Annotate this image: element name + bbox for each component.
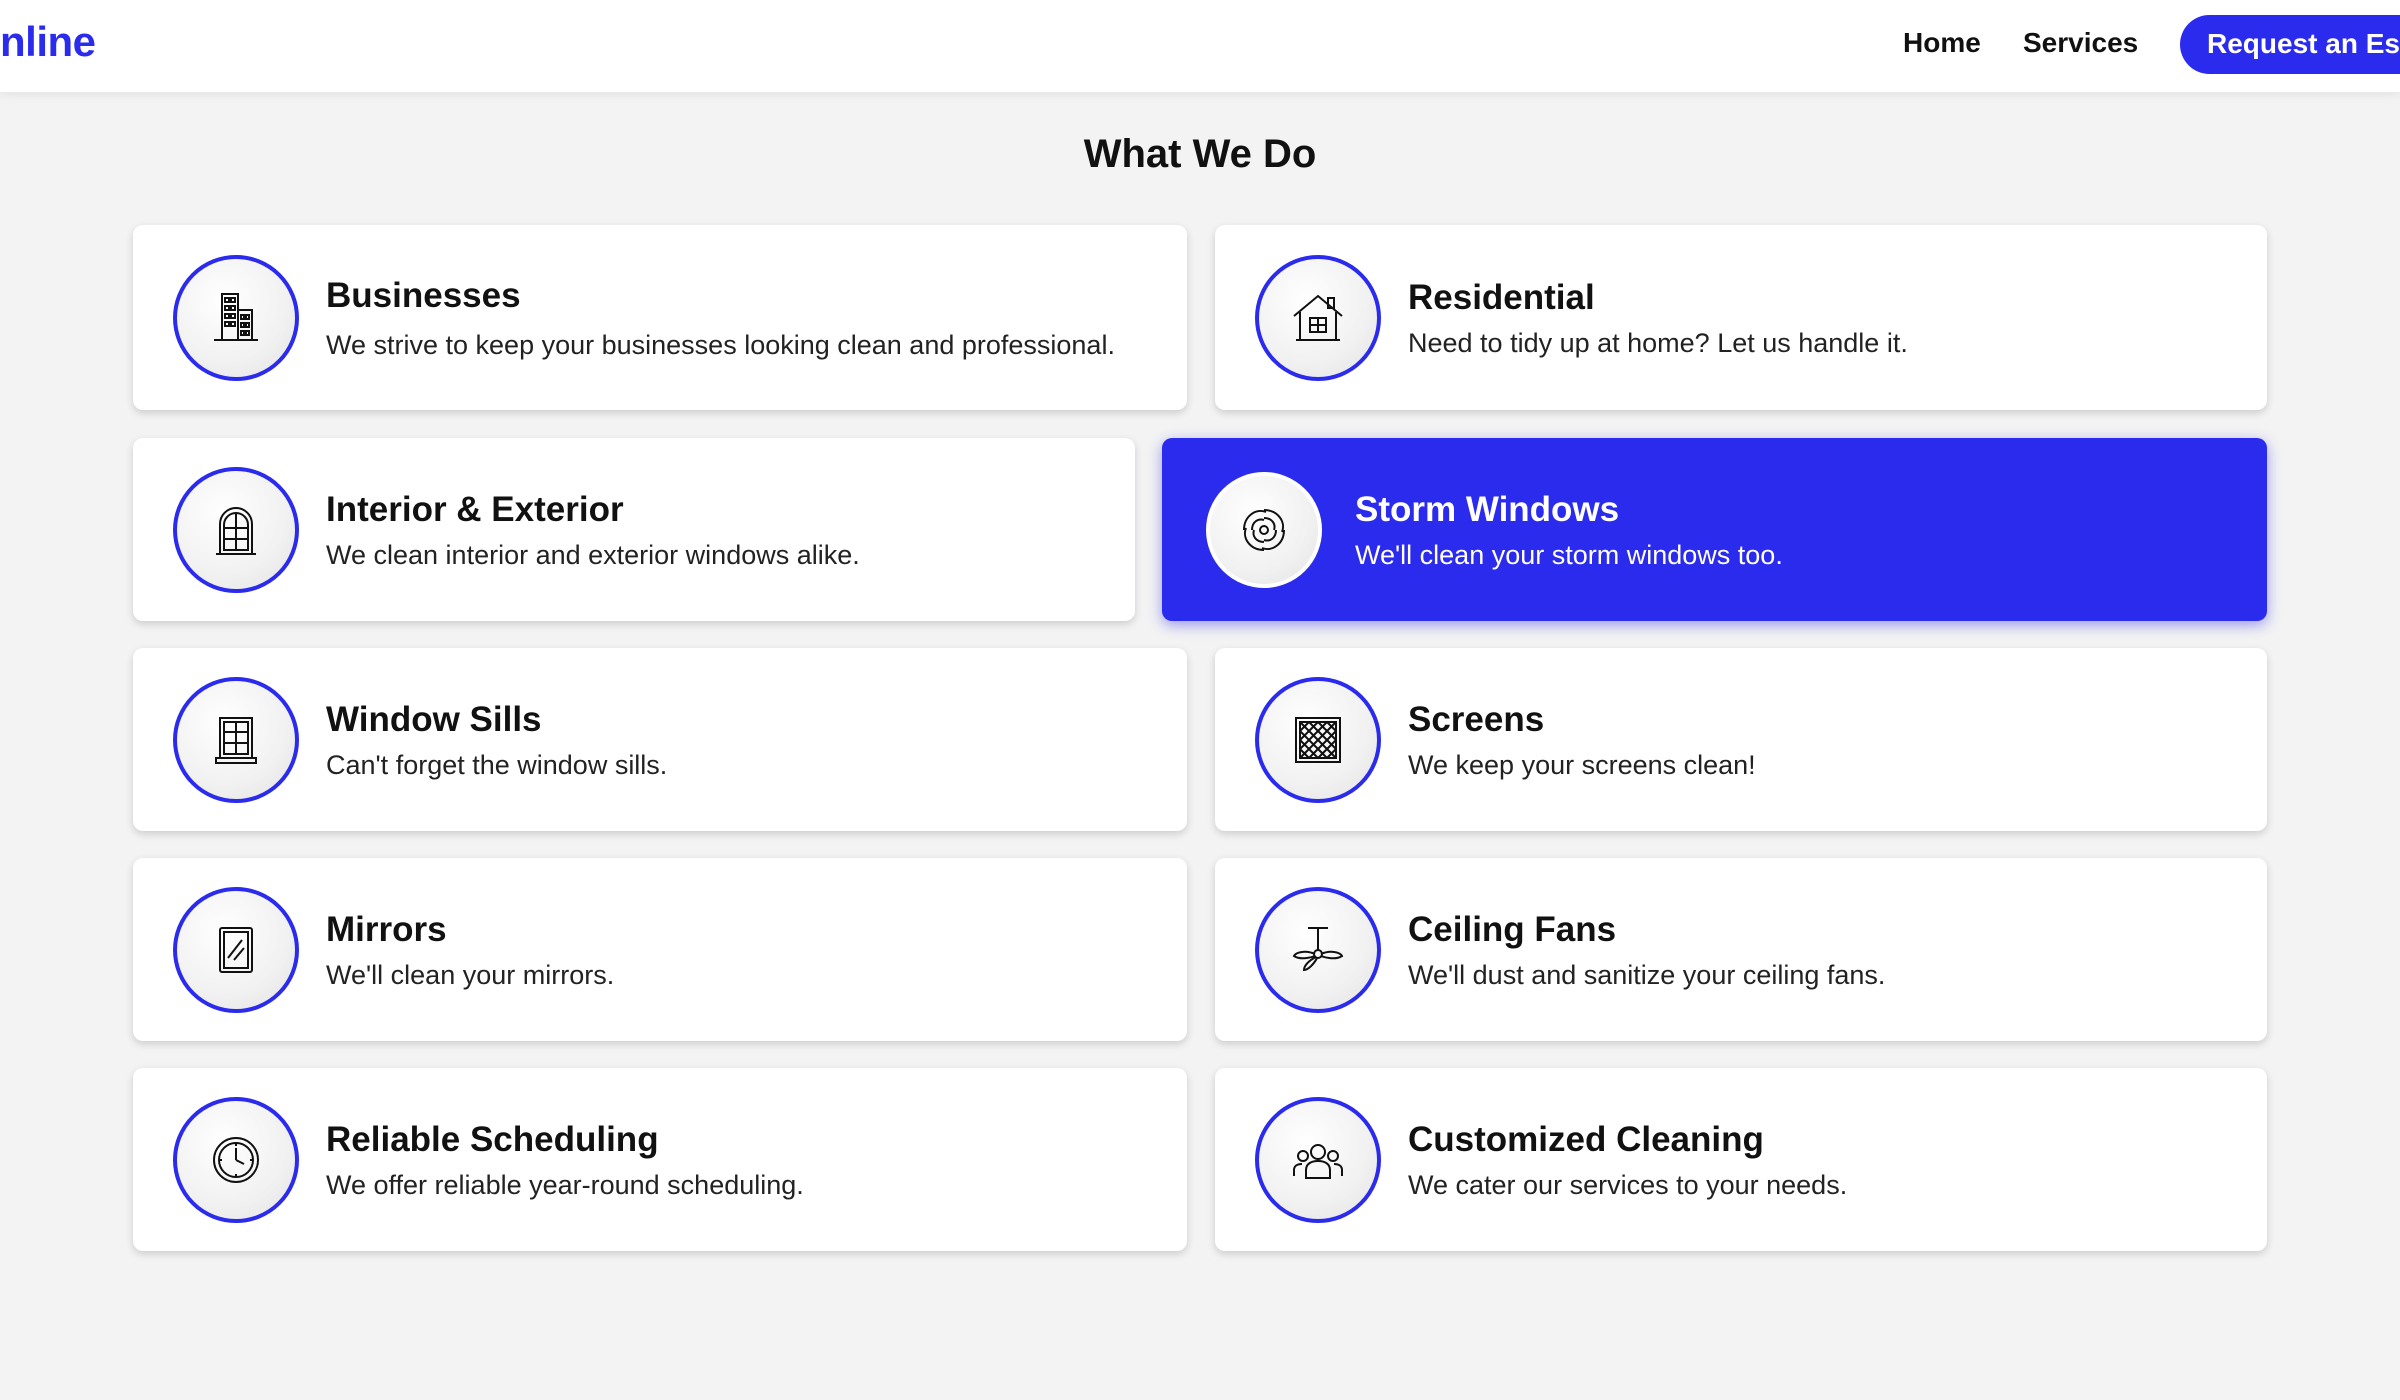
house-icon: [1255, 254, 1381, 381]
service-title: Interior & Exterior: [326, 489, 624, 529]
service-card-ceiling-fans[interactable]: Ceiling Fans We'll dust and sanitize you…: [1215, 858, 2267, 1041]
service-title: Reliable Scheduling: [326, 1119, 659, 1159]
people-group-icon: [1255, 1096, 1381, 1223]
building-icon: [173, 254, 299, 381]
service-title: Window Sills: [326, 699, 542, 739]
service-card-screens[interactable]: Screens We keep your screens clean!: [1215, 648, 2267, 831]
service-card-interior-exterior[interactable]: Interior & Exterior We clean interior an…: [133, 438, 1135, 621]
service-card-reliable-scheduling[interactable]: Reliable Scheduling We offer reliable ye…: [133, 1068, 1187, 1251]
ceiling-fan-icon: [1255, 886, 1381, 1013]
service-card-mirrors[interactable]: Mirrors We'll clean your mirrors.: [133, 858, 1187, 1041]
service-card-businesses[interactable]: Businesses We strive to keep your busine…: [133, 225, 1187, 410]
service-title: Residential: [1408, 277, 1595, 317]
storm-swirl-icon: [1206, 471, 1322, 588]
nav-home-link[interactable]: Home: [1903, 27, 1981, 59]
service-description: We clean interior and exterior windows a…: [326, 539, 860, 570]
service-description: We strive to keep your businesses lookin…: [326, 329, 1115, 360]
arched-window-icon: [173, 466, 299, 593]
service-description: Need to tidy up at home? Let us handle i…: [1408, 327, 1908, 358]
service-description: We keep your screens clean!: [1408, 749, 1756, 780]
nav-services-link[interactable]: Services: [2023, 27, 2138, 59]
service-card-window-sills[interactable]: Window Sills Can't forget the window sil…: [133, 648, 1187, 831]
service-title: Storm Windows: [1355, 489, 1620, 529]
service-description: We offer reliable year-round scheduling.: [326, 1169, 804, 1200]
mesh-screen-icon: [1255, 676, 1381, 803]
service-title: Ceiling Fans: [1408, 909, 1617, 949]
window-sill-icon: [173, 676, 299, 803]
service-description: We'll clean your storm windows too.: [1355, 539, 1783, 570]
request-estimate-button[interactable]: Request an Est: [2180, 15, 2400, 74]
service-description: We cater our services to your needs.: [1408, 1169, 1848, 1200]
service-description: We'll dust and sanitize your ceiling fan…: [1408, 959, 1886, 990]
brand-logo-text[interactable]: nline: [0, 18, 96, 66]
site-header: nline Home Services Request an Est: [0, 0, 2400, 92]
service-description: We'll clean your mirrors.: [326, 959, 615, 990]
service-card-storm-windows[interactable]: Storm Windows We'll clean your storm win…: [1162, 438, 2267, 621]
service-title: Mirrors: [326, 909, 447, 949]
service-title: Businesses: [326, 275, 521, 315]
service-card-customized-cleaning[interactable]: Customized Cleaning We cater our service…: [1215, 1068, 2267, 1251]
service-title: Customized Cleaning: [1408, 1119, 1764, 1159]
service-title: Screens: [1408, 699, 1545, 739]
service-description: Can't forget the window sills.: [326, 749, 668, 780]
section-title: What We Do: [1083, 132, 1317, 176]
mirror-icon: [173, 886, 299, 1013]
service-card-residential[interactable]: Residential Need to tidy up at home? Let…: [1215, 225, 2267, 410]
clock-icon: [173, 1096, 299, 1223]
